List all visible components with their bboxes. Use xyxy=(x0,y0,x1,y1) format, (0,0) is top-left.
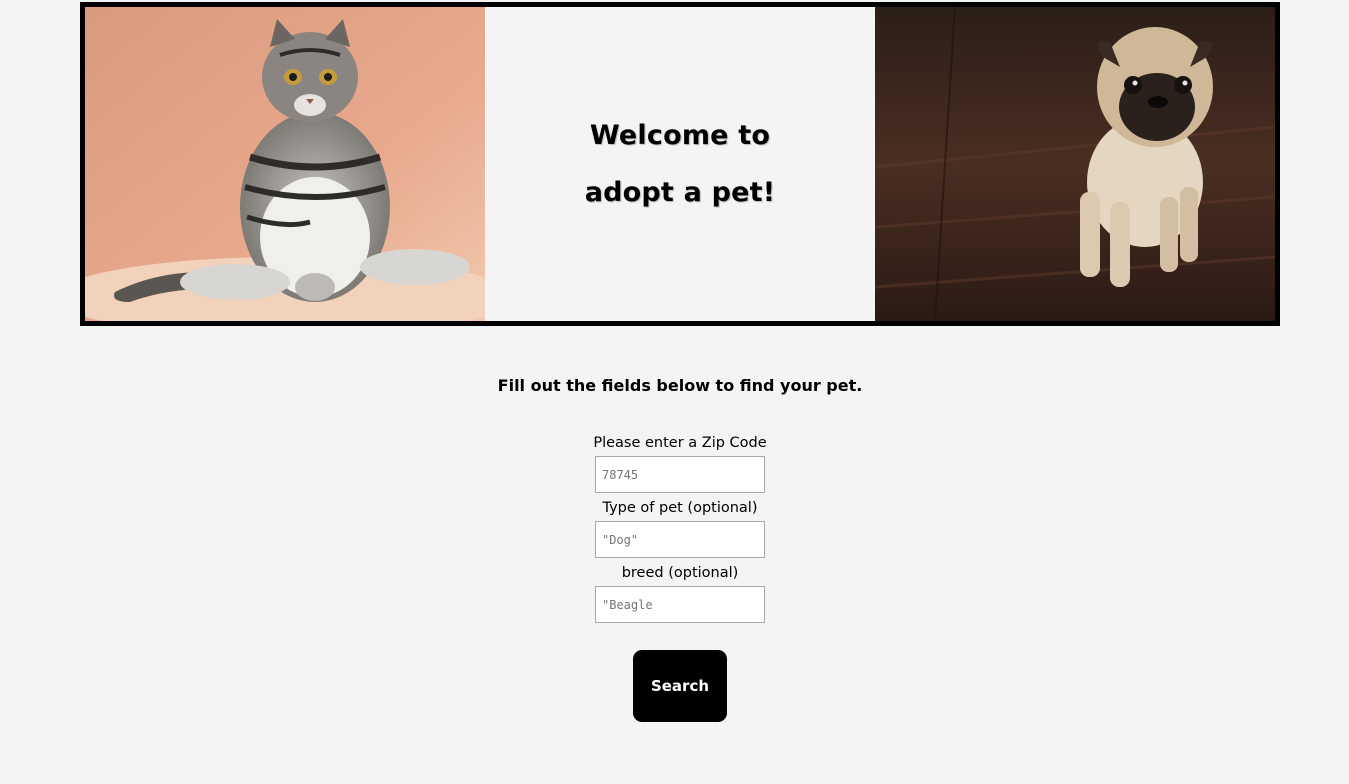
pet-type-input[interactable] xyxy=(595,521,765,558)
welcome-panel: Welcome to adopt a pet! xyxy=(485,7,875,321)
welcome-title-line1: Welcome to xyxy=(589,120,771,151)
pet-search-form: Please enter a Zip Code Type of pet (opt… xyxy=(0,432,1349,722)
pet-type-label: Type of pet (optional) xyxy=(602,500,758,516)
welcome-title-line2: adopt a pet! xyxy=(584,177,776,208)
zip-code-input[interactable] xyxy=(595,456,765,493)
pug-photo xyxy=(875,7,1275,321)
zip-code-label: Please enter a Zip Code xyxy=(593,435,767,451)
breed-input[interactable] xyxy=(595,586,765,623)
search-button[interactable]: Search xyxy=(633,650,727,722)
hero-banner: Welcome to adopt a pet! xyxy=(80,2,1280,326)
cat-photo xyxy=(85,7,485,321)
intro-text: Fill out the fields below to find your p… xyxy=(497,376,863,395)
breed-label: breed (optional) xyxy=(621,565,739,581)
